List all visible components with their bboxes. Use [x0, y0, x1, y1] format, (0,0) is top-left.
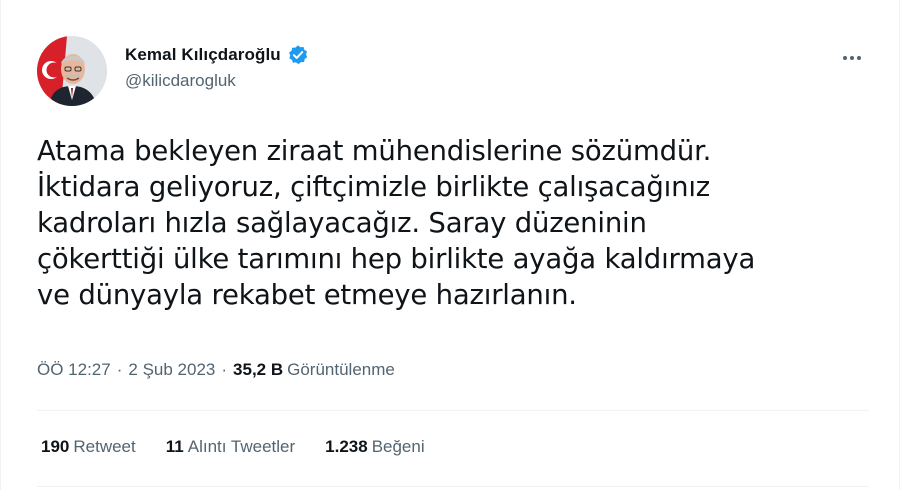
quotes-label: Alıntı Tweetler [187, 437, 296, 456]
tweet-stats: 190 Retweet 11 Alıntı Tweetler 1.238 Beğ… [41, 437, 455, 457]
views-count: 35,2 B [233, 360, 284, 379]
tweet-header: Kemal Kılıçdaroğlu @kilicdarogluk [37, 36, 869, 108]
tweet-card: Kemal Kılıçdaroğlu @kilicdarogluk Atama … [0, 0, 900, 490]
tweet-text-line: ve dünyayla rekabet etmeye hazırlanın. [37, 279, 577, 311]
meta-separator: · [221, 360, 228, 379]
meta-separator: · [116, 360, 123, 379]
retweets-stat[interactable]: 190 Retweet [41, 437, 136, 457]
divider [37, 486, 869, 487]
author-handle[interactable]: @kilicdarogluk [125, 71, 309, 91]
views-label: Görüntülenme [287, 360, 395, 379]
tweet-date-link[interactable]: 2 Şub 2023 [128, 360, 215, 380]
tweet-text-line: İktidara geliyoruz, çiftçimizle birlikte… [37, 171, 710, 203]
tweet-text-line: çökerttiği ülke tarımını hep birlikte ay… [37, 243, 756, 275]
tweet-date: 2 Şub 2023 [128, 360, 216, 379]
retweets-label: Retweet [73, 437, 136, 456]
author-name-row: Kemal Kılıçdaroğlu [125, 42, 309, 68]
tweet-time: ÖÖ 12:27 [37, 360, 111, 379]
verified-badge-icon[interactable] [287, 44, 309, 66]
avatar-image [37, 36, 107, 106]
tweet-text: Atama bekleyen ziraat mühendislerine söz… [37, 133, 867, 313]
divider [37, 410, 869, 411]
tweet-time-link[interactable]: ÖÖ 12:27 [37, 360, 111, 380]
quotes-count: 11 [165, 437, 184, 456]
author-display-name[interactable]: Kemal Kılıçdaroğlu [125, 45, 281, 65]
retweets-count: 190 [41, 437, 70, 456]
avatar[interactable] [37, 36, 107, 106]
tweet-meta: ÖÖ 12:27 · 2 Şub 2023 · 35,2 B Görüntüle… [37, 360, 395, 380]
tweet-text-line: kadroları hızla sağlayacağız. Saray düze… [37, 207, 647, 239]
author-info: Kemal Kılıçdaroğlu @kilicdarogluk [125, 42, 309, 91]
likes-count: 1.238 [325, 437, 368, 456]
tweet-text-line: Atama bekleyen ziraat mühendislerine söz… [37, 135, 712, 167]
more-options-button[interactable] [835, 46, 869, 70]
more-horizontal-icon [843, 56, 861, 60]
likes-label: Beğeni [371, 437, 425, 456]
likes-stat[interactable]: 1.238 Beğeni [325, 437, 424, 457]
quotes-stat[interactable]: 11 Alıntı Tweetler [166, 437, 295, 457]
